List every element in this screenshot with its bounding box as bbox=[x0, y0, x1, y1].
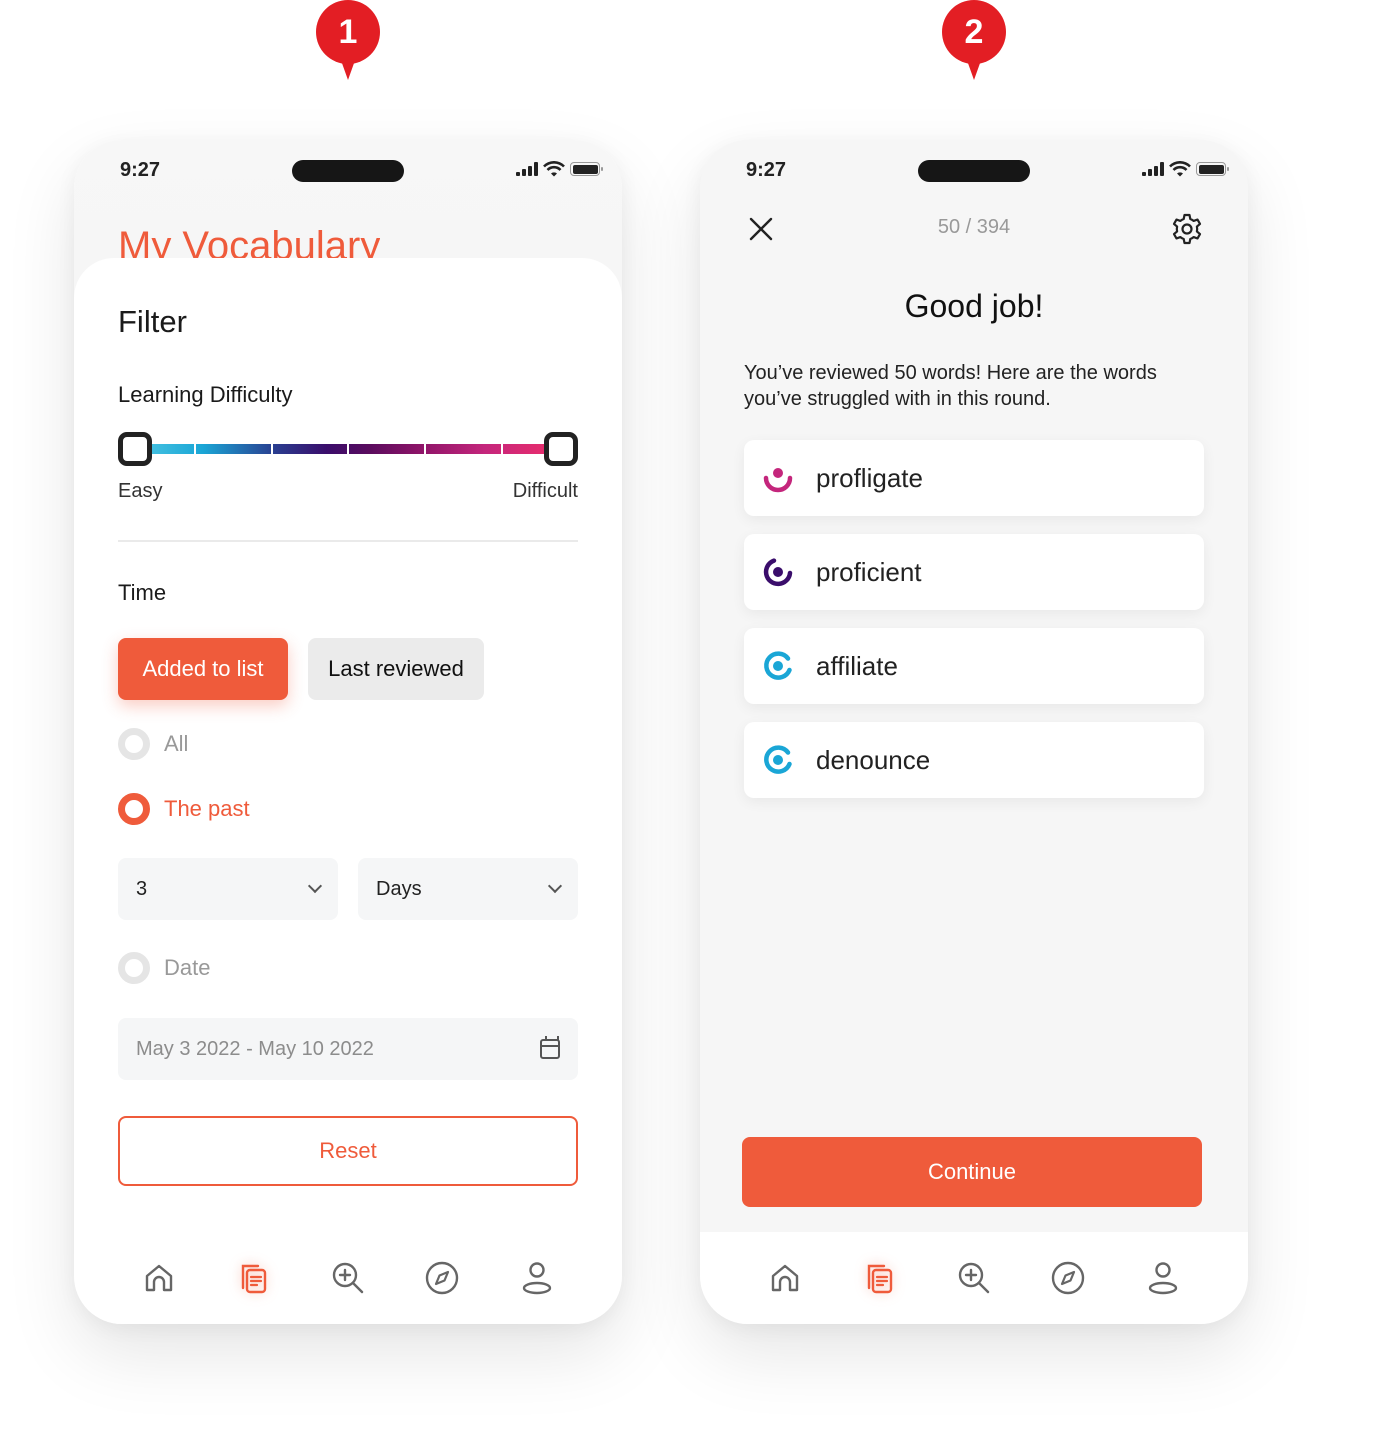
dynamic-island bbox=[918, 160, 1030, 182]
word-card-affiliate[interactable]: affiliate bbox=[744, 628, 1204, 704]
tab-explore[interactable] bbox=[422, 1258, 462, 1298]
cellular-signal-icon bbox=[516, 162, 538, 176]
radio-selected-icon bbox=[118, 793, 150, 825]
bottom-tab-bar bbox=[74, 1232, 622, 1324]
radio-date[interactable]: Date bbox=[118, 952, 210, 984]
select-value: 3 bbox=[136, 877, 148, 900]
slider-handle-min[interactable] bbox=[118, 432, 152, 466]
review-progress-counter: 50 / 394 bbox=[937, 216, 1011, 238]
profile-icon bbox=[1148, 1262, 1177, 1295]
tab-home[interactable] bbox=[765, 1258, 805, 1298]
filter-sheet: Filter Learning Difficulty Easy Difficul… bbox=[74, 258, 622, 1238]
filter-title: Filter bbox=[118, 304, 187, 339]
select-value: Days bbox=[376, 877, 422, 900]
radio-all[interactable]: All bbox=[118, 728, 188, 760]
radio-label: Date bbox=[164, 955, 211, 980]
dynamic-island bbox=[292, 160, 404, 182]
compass-icon bbox=[1052, 1261, 1085, 1295]
status-time: 9:27 bbox=[746, 159, 787, 181]
radio-the-past[interactable]: The past bbox=[118, 793, 250, 825]
home-icon bbox=[145, 1264, 173, 1292]
radio-label: All bbox=[164, 731, 189, 756]
difficulty-easy-icon bbox=[764, 745, 792, 774]
word-card-proficient[interactable]: proficient bbox=[744, 534, 1204, 610]
tab-search[interactable] bbox=[328, 1258, 368, 1298]
date-range-value: May 3 2022 - May 10 2022 bbox=[136, 1037, 374, 1060]
word-text: profligate bbox=[816, 462, 923, 493]
bottom-tab-bar bbox=[700, 1232, 1248, 1324]
tab-profile[interactable] bbox=[1143, 1258, 1183, 1298]
chevron-down-icon bbox=[307, 878, 323, 894]
word-text: denounce bbox=[816, 744, 931, 775]
home-icon bbox=[771, 1264, 799, 1292]
difficulty-hard-icon bbox=[763, 468, 793, 493]
tab-vocabulary[interactable] bbox=[860, 1258, 900, 1298]
compass-icon bbox=[426, 1261, 459, 1295]
cellular-signal-icon bbox=[1142, 162, 1164, 176]
difficulty-medium-icon bbox=[763, 558, 793, 587]
word-text: affiliate bbox=[816, 650, 898, 681]
status-time: 9:27 bbox=[120, 159, 161, 181]
radio-unselected-icon bbox=[118, 952, 150, 984]
tab-vocabulary[interactable] bbox=[234, 1258, 274, 1298]
reset-button[interactable]: Reset bbox=[118, 1116, 578, 1186]
segment-added-to-list[interactable]: Added to list bbox=[118, 638, 288, 700]
wifi-icon bbox=[1169, 161, 1191, 177]
difficulty-label: Learning Difficulty bbox=[118, 382, 293, 407]
calendar-icon[interactable] bbox=[540, 1036, 560, 1059]
time-label: Time bbox=[118, 580, 167, 605]
summary-message: You’ve reviewed 50 words! Here are the w… bbox=[744, 362, 1157, 410]
gear-icon[interactable] bbox=[1170, 212, 1204, 246]
page-title: My Vocabulary bbox=[118, 224, 381, 258]
step-marker-1: 1 bbox=[316, 0, 380, 84]
wifi-icon bbox=[543, 161, 565, 177]
tab-explore[interactable] bbox=[1048, 1258, 1088, 1298]
review-top-bar: 50 / 394 bbox=[700, 210, 1248, 250]
divider bbox=[118, 540, 578, 542]
status-bar: 9:27 bbox=[74, 156, 622, 186]
word-card-denounce[interactable]: denounce bbox=[744, 722, 1204, 798]
tab-search[interactable] bbox=[954, 1258, 994, 1298]
chevron-down-icon bbox=[547, 878, 563, 894]
slider-min-label: Easy bbox=[118, 480, 163, 502]
radio-label: The past bbox=[164, 796, 250, 821]
difficulty-easy-icon bbox=[764, 651, 792, 680]
summary-title: Good job! bbox=[904, 288, 1044, 324]
past-amount-select[interactable]: 3 bbox=[118, 858, 338, 920]
word-text: proficient bbox=[816, 556, 922, 587]
battery-icon bbox=[570, 162, 603, 176]
date-range-field[interactable]: May 3 2022 - May 10 2022 bbox=[118, 1018, 578, 1080]
phone-screen-filter: 9:27 My Vocabulary Filter Learning Diffi… bbox=[74, 140, 622, 1324]
word-card-profligate[interactable]: profligate bbox=[744, 440, 1204, 516]
slider-handle-max[interactable] bbox=[544, 432, 578, 466]
segment-last-reviewed[interactable]: Last reviewed bbox=[308, 638, 484, 700]
vocabulary-cards-icon bbox=[867, 1264, 892, 1294]
profile-icon bbox=[522, 1262, 551, 1295]
battery-icon bbox=[1196, 162, 1229, 176]
zoom-in-search-icon bbox=[958, 1262, 990, 1294]
zoom-in-search-icon bbox=[332, 1262, 364, 1294]
tab-profile[interactable] bbox=[517, 1258, 557, 1298]
step-marker-2: 2 bbox=[942, 0, 1006, 84]
past-unit-select[interactable]: Days bbox=[358, 858, 578, 920]
continue-button[interactable]: Continue bbox=[742, 1137, 1202, 1207]
tab-home[interactable] bbox=[139, 1258, 179, 1298]
radio-unselected-icon bbox=[118, 728, 150, 760]
slider-max-label: Difficult bbox=[512, 480, 578, 502]
difficulty-range-slider[interactable] bbox=[118, 432, 578, 466]
phone-screen-review-summary: 9:27 50 / 394 Good job! You’ve reviewed … bbox=[700, 140, 1248, 1324]
vocabulary-cards-icon bbox=[241, 1264, 266, 1294]
status-bar: 9:27 bbox=[700, 156, 1248, 186]
